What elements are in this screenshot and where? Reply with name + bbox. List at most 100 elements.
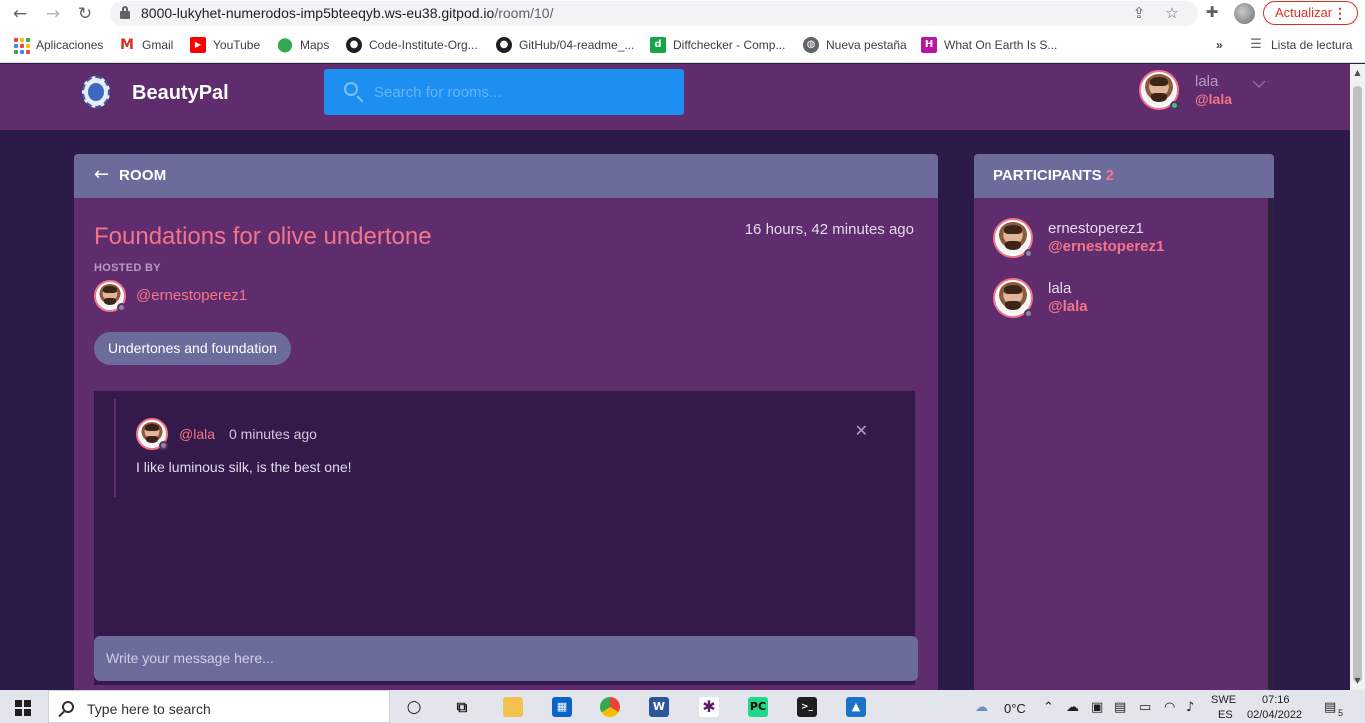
participants-header: PARTICIPANTS 2 xyxy=(974,154,1274,198)
participant-name: ernestoperez1 xyxy=(1048,220,1144,237)
hosted-by-label: HOSTED BY xyxy=(94,262,161,274)
page-scrollbar[interactable]: ▲ ▼ xyxy=(1350,64,1365,690)
reading-list-icon: ☰ xyxy=(1248,37,1264,53)
device-icon[interactable]: ▣ xyxy=(1091,700,1103,715)
room-panel-header: ← ROOM xyxy=(74,154,938,198)
user-name[interactable]: lala xyxy=(1195,73,1218,90)
scrollbar-thumb[interactable] xyxy=(1353,86,1362,682)
message-author-avatar[interactable] xyxy=(136,418,168,450)
terminal-icon[interactable]: >_ xyxy=(797,697,817,717)
room-created-time: 16 hours, 42 minutes ago xyxy=(744,221,914,238)
keyboard-layout[interactable]: ES xyxy=(1218,709,1233,721)
participant-handle[interactable]: @ernestoperez1 xyxy=(1048,238,1164,255)
delete-message-icon[interactable]: ✕ xyxy=(855,421,868,440)
tray-app-icon[interactable]: ▤ xyxy=(1114,700,1126,715)
clock-date[interactable]: 02/04/2022 xyxy=(1247,709,1302,721)
participant-item[interactable]: ernestoperez1 @ernestoperez1 xyxy=(993,218,1253,264)
reload-icon[interactable]: ↻ xyxy=(74,3,96,25)
participant-handle[interactable]: @lala xyxy=(1048,298,1088,315)
weather-icon[interactable]: ☁ xyxy=(975,700,988,715)
back-icon[interactable]: ← xyxy=(9,3,31,25)
host-handle-link[interactable]: @ernestoperez1 xyxy=(136,287,247,304)
clock-time[interactable]: 07:16 xyxy=(1262,694,1290,706)
notifications-icon[interactable]: ▤ xyxy=(1324,700,1336,715)
back-arrow-icon[interactable]: ← xyxy=(94,164,109,185)
participant-avatar[interactable] xyxy=(993,218,1033,258)
bookmark-label: Nueva pestaña xyxy=(826,38,907,52)
update-button[interactable]: Actualizar ⋮ xyxy=(1263,1,1358,25)
message-input[interactable] xyxy=(106,648,896,668)
search-icon xyxy=(344,82,358,96)
bookmark-label: Maps xyxy=(300,38,330,52)
battery-icon[interactable]: ▭ xyxy=(1139,700,1151,715)
pycharm-icon[interactable]: PC xyxy=(748,697,768,717)
topic-tag[interactable]: Undertones and foundation xyxy=(94,332,291,365)
bookmark-label: Gmail xyxy=(142,38,174,52)
logo-icon[interactable] xyxy=(82,76,110,108)
bookmark-label: What On Earth Is S... xyxy=(944,38,1058,52)
user-avatar[interactable] xyxy=(1139,70,1179,110)
bookmark-label: Code-Institute-Org... xyxy=(369,38,478,52)
reading-list-button[interactable]: ☰ Lista de lectura xyxy=(1248,37,1352,53)
message-item: @lala 0 minutes ago ✕ I like luminous si… xyxy=(114,399,904,497)
more-menu-icon[interactable]: ⋮ xyxy=(1333,2,1347,24)
bookmark-new-tab[interactable]: ◍ Nueva pestaña xyxy=(803,37,907,53)
wifi-icon[interactable]: ◠ xyxy=(1164,700,1175,715)
search-input[interactable] xyxy=(374,81,664,103)
scroll-up-icon[interactable]: ▲ xyxy=(1353,68,1362,78)
bookmark-apps[interactable]: Aplicaciones xyxy=(13,37,104,54)
taskbar-search-placeholder: Type here to search xyxy=(87,701,211,717)
tray-chevron-up-icon[interactable]: ⌃ xyxy=(1043,700,1054,715)
chrome-icon[interactable] xyxy=(600,697,620,717)
bookmarks-overflow-icon[interactable]: » xyxy=(1216,37,1223,53)
message-author-handle[interactable]: @lala xyxy=(179,426,215,442)
participant-avatar[interactable] xyxy=(993,278,1033,318)
onedrive-icon[interactable]: ☁ xyxy=(1066,700,1079,715)
chevron-down-icon[interactable] xyxy=(1252,77,1266,91)
store-icon[interactable]: ▦ xyxy=(552,697,572,717)
reading-list-label: Lista de lectura xyxy=(1271,38,1353,52)
word-icon[interactable]: W xyxy=(649,697,669,717)
extensions-icon[interactable]: ✚ xyxy=(1202,3,1222,23)
online-status-icon xyxy=(1170,101,1179,110)
bookmark-gmail[interactable]: M Gmail xyxy=(119,37,173,53)
bookmark-what-on-earth[interactable]: H What On Earth Is S... xyxy=(921,37,1057,53)
volume-icon[interactable]: ♪ xyxy=(1186,700,1194,715)
bookmark-code-institute[interactable]: ● Code-Institute-Org... xyxy=(346,37,478,53)
bookmark-label: Aplicaciones xyxy=(36,38,104,52)
cortana-icon[interactable]: ○ xyxy=(404,697,424,717)
address-bar[interactable]: 8000-lukyhet-numerodos-imp5bteeqyb.ws-eu… xyxy=(110,1,1198,26)
file-explorer-icon[interactable] xyxy=(503,697,523,717)
lock-icon[interactable] xyxy=(120,6,130,20)
room-search xyxy=(324,69,684,115)
bookmark-diffchecker[interactable]: d Diffchecker - Comp... xyxy=(650,37,785,53)
url-text[interactable]: 8000-lukyhet-numerodos-imp5bteeqyb.ws-eu… xyxy=(141,5,553,21)
share-icon[interactable]: ⇪ xyxy=(1129,3,1149,23)
host-avatar[interactable] xyxy=(94,280,126,312)
participants-scrollbar[interactable] xyxy=(1268,198,1274,694)
weather-temp[interactable]: 0°C xyxy=(1004,701,1026,716)
bookmark-github-readme[interactable]: ● GitHub/04-readme_... xyxy=(496,37,634,53)
bookmark-label: YouTube xyxy=(213,38,261,52)
user-handle[interactable]: @lala xyxy=(1195,91,1232,107)
brand-name[interactable]: BeautyPal xyxy=(132,82,229,105)
update-label: Actualizar xyxy=(1275,5,1333,20)
task-view-icon[interactable]: ⧉ xyxy=(452,697,472,717)
bookmark-maps[interactable]: ⬤ Maps xyxy=(277,37,329,53)
browser-toolbar: ← → ↻ 8000-lukyhet-numerodos-imp5bteeqyb… xyxy=(0,0,1365,27)
url-host: 8000-lukyhet-numerodos-imp5bteeqyb.ws-eu… xyxy=(141,5,495,21)
forward-icon[interactable]: → xyxy=(42,3,64,25)
language-code[interactable]: SWE xyxy=(1211,694,1236,706)
taskbar-search[interactable]: Type here to search xyxy=(48,690,390,723)
room-panel: ← ROOM Foundations for olive undertone 1… xyxy=(74,154,938,694)
bookmark-star-icon[interactable]: ☆ xyxy=(1162,3,1182,23)
scroll-down-icon[interactable]: ▼ xyxy=(1353,676,1362,686)
participant-item[interactable]: lala @lala xyxy=(993,278,1253,324)
room-title: Foundations for olive undertone xyxy=(94,223,432,250)
browser-profile-avatar[interactable] xyxy=(1234,3,1255,24)
participants-title: PARTICIPANTS 2 xyxy=(993,167,1114,184)
bookmark-youtube[interactable]: ▶ YouTube xyxy=(190,37,260,53)
photos-icon[interactable]: ▲ xyxy=(846,697,866,717)
windows-start-icon[interactable] xyxy=(15,700,31,716)
slack-icon[interactable]: ✱ xyxy=(699,697,719,717)
